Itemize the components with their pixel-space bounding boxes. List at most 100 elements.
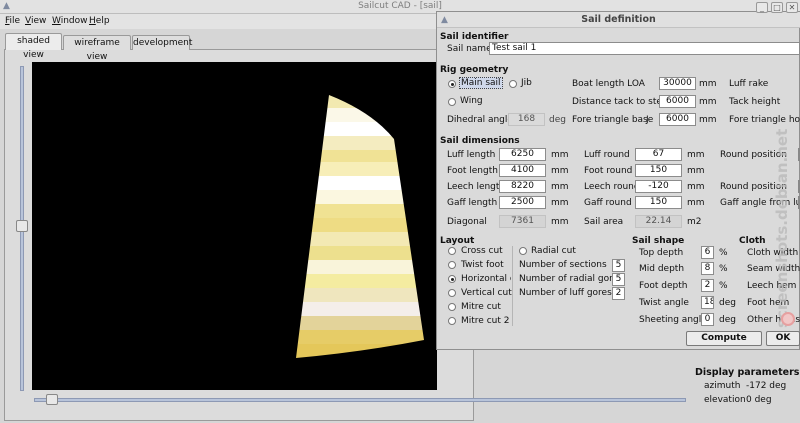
compute-button[interactable]: Compute xyxy=(686,331,762,346)
dihedral-angle-input[interactable]: 168 xyxy=(508,113,545,126)
leech-length-input[interactable]: 8220 xyxy=(499,180,546,193)
azimuth-slider-track[interactable] xyxy=(34,398,686,402)
sail-3d-render xyxy=(296,95,424,358)
boat-length-unit: mm xyxy=(699,79,717,89)
tab-development[interactable]: development xyxy=(132,35,192,50)
leech-length-label: Leech length xyxy=(447,182,506,192)
tack-to-stem-unit: mm xyxy=(699,97,717,107)
sail-area-value: 22.14 xyxy=(635,215,682,228)
dihedral-angle-label: Dihedral angle xyxy=(447,115,513,125)
number-of-luff-gores-label: Number of luff gores xyxy=(519,288,612,298)
foot-depth-input[interactable]: 2 xyxy=(701,279,714,292)
elevation-value: 0 deg xyxy=(746,395,772,405)
sail-dimensions-heading: Sail dimensions xyxy=(440,136,520,146)
leech-length-unit: mm xyxy=(551,182,569,192)
layout-mitre-cut-radio[interactable] xyxy=(448,303,456,311)
leech-round-input[interactable]: -120 xyxy=(635,180,682,193)
diagonal-label: Diagonal xyxy=(447,217,487,227)
layout-radial-cut-label[interactable]: Radial cut xyxy=(531,246,576,256)
menu-window[interactable]: Window xyxy=(52,15,88,28)
luff-length-unit: mm xyxy=(551,150,569,160)
twist-angle-input[interactable]: 18 xyxy=(701,296,714,309)
foot-length-unit: mm xyxy=(551,166,569,176)
layout-vertical-cut-radio[interactable] xyxy=(448,289,456,297)
number-of-radial-gores-label: Number of radial gores xyxy=(519,274,623,284)
menu-file[interactable]: File xyxy=(5,15,20,28)
sheeting-angle-unit: deg xyxy=(719,315,736,325)
leech-round-unit: mm xyxy=(687,182,705,192)
foot-round-input[interactable]: 150 xyxy=(635,164,682,177)
close-icon[interactable]: ✕ xyxy=(786,2,798,13)
elevation-label: elevation xyxy=(704,395,746,405)
luff-round-input[interactable]: 67 xyxy=(635,148,682,161)
fore-triangle-base-label: Fore triangle base xyxy=(572,115,654,125)
tab-wireframe-view[interactable]: wireframe view xyxy=(63,35,131,62)
boat-length-input[interactable]: 30000 xyxy=(659,77,696,90)
layout-twist-foot-label[interactable]: Twist foot xyxy=(461,260,504,270)
tack-to-stem-input[interactable]: 6000 xyxy=(659,95,696,108)
azimuth-slider-handle[interactable] xyxy=(46,394,58,405)
menu-view[interactable]: View xyxy=(25,15,46,28)
fore-triangle-base-input[interactable]: 6000 xyxy=(659,113,696,126)
layout-vertical-cut-label[interactable]: Vertical cut xyxy=(461,288,512,298)
layout-twist-foot-radio[interactable] xyxy=(448,261,456,269)
layout-cross-cut-radio[interactable] xyxy=(448,247,456,255)
top-depth-input[interactable]: 6 xyxy=(701,246,714,259)
menu-help[interactable]: Help xyxy=(89,15,110,28)
layout-separator xyxy=(512,246,513,326)
sail-name-input[interactable]: Test sail 1 xyxy=(489,42,800,55)
foot-round-unit: mm xyxy=(687,166,705,176)
gaff-length-label: Gaff length xyxy=(447,198,498,208)
main-sail-radio[interactable] xyxy=(448,80,456,88)
wing-radio[interactable] xyxy=(448,98,456,106)
minimize-icon[interactable]: _ xyxy=(756,2,768,13)
number-of-luff-gores-input[interactable]: 2 xyxy=(612,287,625,300)
sail-area-label: Sail area xyxy=(584,217,624,227)
luff-round-unit: mm xyxy=(687,150,705,160)
foot-round-label: Foot round xyxy=(584,166,633,176)
wing-label[interactable]: Wing xyxy=(460,96,483,106)
elevation-slider-handle[interactable] xyxy=(16,220,28,232)
sail-area-unit: m2 xyxy=(687,217,702,227)
sheeting-angle-input[interactable]: 0 xyxy=(701,313,714,326)
jib-radio[interactable] xyxy=(509,80,517,88)
sheeting-angle-label: Sheeting angle xyxy=(639,315,707,325)
layout-radial-cut-radio[interactable] xyxy=(519,247,527,255)
mid-depth-label: Mid depth xyxy=(639,264,685,274)
main-window-title: Sailcut CAD - [sail] xyxy=(358,1,442,11)
top-depth-unit: % xyxy=(719,248,728,258)
gaff-length-input[interactable]: 2500 xyxy=(499,196,546,209)
mid-depth-input[interactable]: 8 xyxy=(701,262,714,275)
foot-length-input[interactable]: 4100 xyxy=(499,164,546,177)
watermark-logo-icon xyxy=(781,312,795,326)
layout-cross-cut-label[interactable]: Cross cut xyxy=(461,246,503,256)
tack-to-stem-label: Distance tack to stem xyxy=(572,97,671,107)
layout-heading: Layout xyxy=(440,236,475,246)
luff-length-input[interactable]: 6250 xyxy=(499,148,546,161)
number-of-sections-input[interactable]: 5 xyxy=(612,259,625,272)
diagonal-unit: mm xyxy=(551,217,569,227)
twist-angle-label: Twist angle xyxy=(639,298,689,308)
gaff-round-input[interactable]: 150 xyxy=(635,196,682,209)
sail-identifier-heading: Sail identifier xyxy=(440,32,509,42)
luff-rake-label: Luff rake xyxy=(729,79,769,89)
mid-depth-unit: % xyxy=(719,264,728,274)
fore-triangle-base-j: J xyxy=(646,115,649,125)
main-sail-label[interactable]: Main sail xyxy=(459,77,503,89)
maximize-icon[interactable]: □ xyxy=(771,2,783,13)
fore-triangle-base-unit: mm xyxy=(699,115,717,125)
foot-length-label: Foot length xyxy=(447,166,498,176)
watermark: screenshots.debian.net xyxy=(773,129,791,328)
layout-mitre-cut-label[interactable]: Mitre cut xyxy=(461,302,501,312)
tab-shaded-view[interactable]: shaded view xyxy=(5,33,62,60)
layout-mitre-cut-2-radio[interactable] xyxy=(448,317,456,325)
jib-label[interactable]: Jib xyxy=(521,78,532,88)
layout-mitre-cut-2-label[interactable]: Mitre cut 2 xyxy=(461,316,509,326)
ok-button[interactable]: OK xyxy=(766,331,800,346)
number-of-radial-gores-input[interactable]: 5 xyxy=(612,273,625,286)
leech-round-label: Leech round xyxy=(584,182,640,192)
layout-horizontal-cut-radio[interactable] xyxy=(448,275,456,283)
foot-depth-unit: % xyxy=(719,281,728,291)
gaff-length-unit: mm xyxy=(551,198,569,208)
layout-horizontal-cut-label[interactable]: Horizontal cut xyxy=(461,274,511,284)
